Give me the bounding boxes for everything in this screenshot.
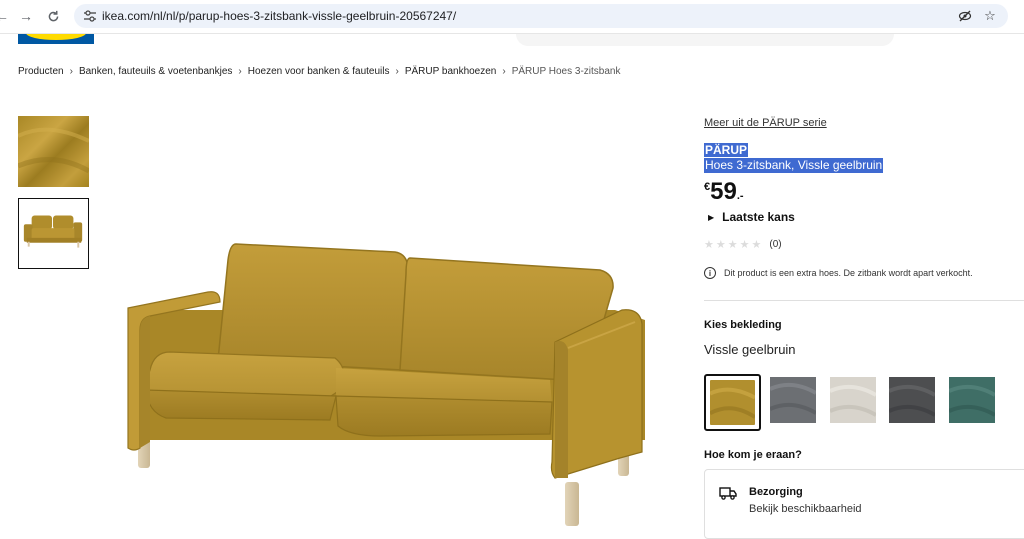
- breadcrumb-item[interactable]: Hoezen voor banken & fauteuils: [248, 66, 390, 77]
- swatch-selected[interactable]: [704, 374, 761, 431]
- star-icon: ★: [751, 239, 762, 251]
- search-bar[interactable]: [516, 34, 894, 46]
- extra-cover-notice: i Dit product is een extra hoes. De zitb…: [704, 267, 973, 279]
- breadcrumb-item[interactable]: Banken, fauteuils & voetenbankjes: [79, 66, 232, 77]
- chevron-right-icon: ›: [395, 66, 399, 77]
- delivery-title: Bezorging: [749, 486, 803, 498]
- chevron-right-icon: ›: [69, 66, 73, 77]
- breadcrumb-current: PÄRUP Hoes 3-zitsbank: [511, 66, 621, 77]
- price-currency: €: [704, 181, 711, 193]
- reload-icon[interactable]: [43, 6, 63, 26]
- info-icon: i: [704, 267, 716, 279]
- swatch-grey[interactable]: [770, 377, 816, 423]
- delivery-subtitle: Bekijk beschikbaarheid: [749, 503, 862, 515]
- star-icon: ★: [739, 239, 750, 251]
- thumbnail-fabric[interactable]: [18, 116, 89, 187]
- product-price: €59.-: [704, 178, 744, 206]
- choose-cover-label: Kies bekleding: [704, 319, 782, 331]
- product-description: Hoes 3-zitsbank, Vissle geelbruin: [704, 158, 884, 173]
- star-icon: ★: [704, 239, 714, 251]
- breadcrumb: Producten › Banken, fauteuils & voetenba…: [18, 66, 620, 77]
- thumbnail-sofa[interactable]: [18, 198, 89, 269]
- truck-icon: [719, 487, 737, 500]
- last-chance-label: Laatste kans: [722, 210, 795, 224]
- arrow-left-icon[interactable]: ←: [0, 6, 12, 26]
- swatch-green[interactable]: [949, 377, 995, 423]
- how-to-get-label: Hoe kom je eraan?: [704, 449, 802, 461]
- choose-cover-value: Vissle geelbruin: [704, 342, 796, 357]
- product-image[interactable]: [110, 230, 670, 535]
- info-text: Dit product is een extra hoes. De zitban…: [724, 268, 973, 278]
- arrow-right-icon[interactable]: →: [16, 6, 36, 26]
- divider: [704, 300, 1024, 301]
- swatch-dark-grey[interactable]: [889, 377, 935, 423]
- product-name: PÄRUP: [704, 143, 749, 157]
- swatch-beige[interactable]: [830, 377, 876, 423]
- rating-count: (0): [769, 239, 782, 250]
- breadcrumb-item[interactable]: PÄRUP bankhoezen: [405, 66, 497, 77]
- series-link[interactable]: Meer uit de PÄRUP serie: [704, 117, 827, 129]
- site-settings-icon[interactable]: [83, 9, 97, 23]
- price-integer: 59: [710, 178, 737, 205]
- chevron-right-icon: ›: [238, 66, 242, 77]
- delivery-option[interactable]: Bezorging Bekijk beschikbaarheid: [704, 469, 1024, 539]
- url-text: ikea.com/nl/nl/p/parup-hoes-3-zitsbank-v…: [102, 9, 457, 23]
- rating[interactable]: ★ ★ ★ ★ ★ (0): [704, 238, 782, 251]
- ikea-logo[interactable]: [18, 34, 94, 44]
- chevron-right-icon: ›: [502, 66, 506, 77]
- last-chance-badge: ▶ Laatste kans: [708, 210, 795, 224]
- address-bar[interactable]: ikea.com/nl/nl/p/parup-hoes-3-zitsbank-v…: [74, 4, 1008, 28]
- star-icon: ★: [727, 239, 738, 251]
- eye-slash-icon[interactable]: [958, 9, 972, 23]
- price-decimal: .-: [736, 190, 744, 202]
- bookmark-star-icon[interactable]: ☆: [983, 9, 997, 23]
- browser-toolbar: ← → ikea.com/nl/nl/p/parup-hoes-3-zitsba…: [0, 0, 1024, 34]
- breadcrumb-item[interactable]: Producten: [18, 66, 64, 77]
- caret-right-icon: ▶: [708, 212, 715, 222]
- star-icon: ★: [715, 239, 726, 251]
